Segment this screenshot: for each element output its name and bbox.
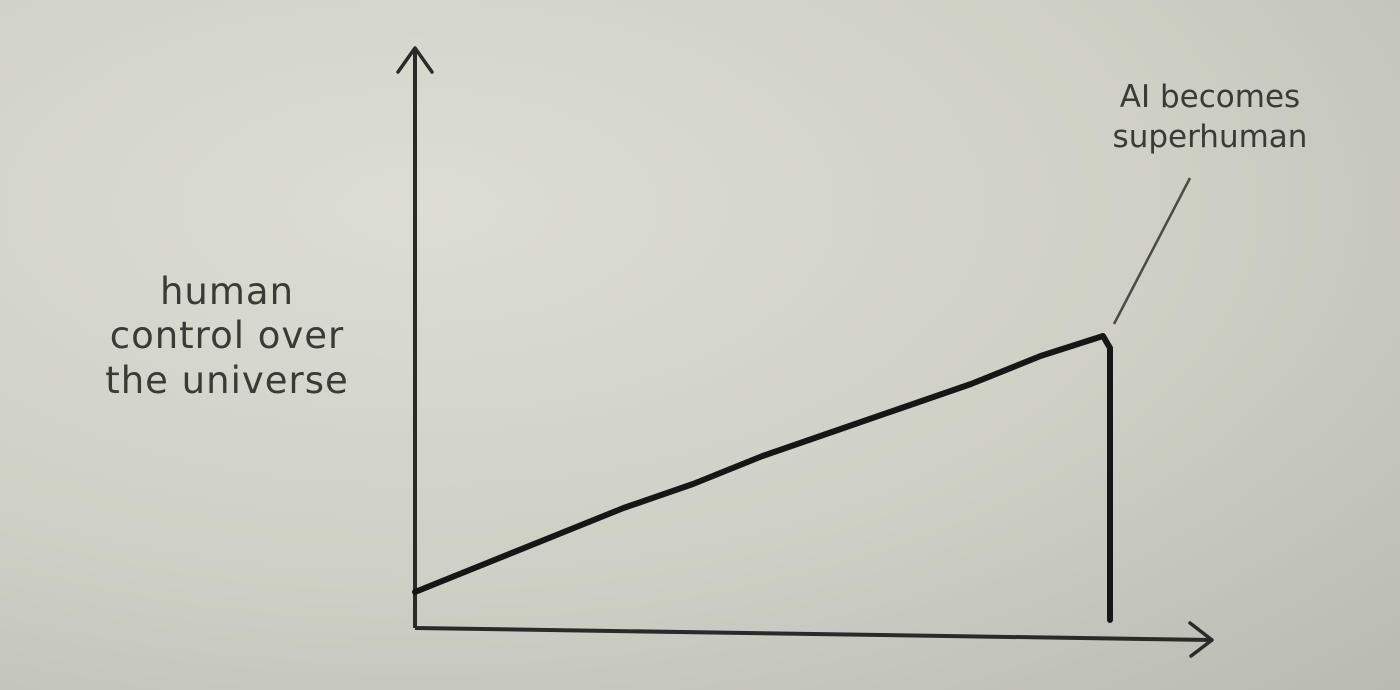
plot-area: [396, 46, 1214, 658]
series-0-line: [412, 333, 1113, 623]
x-axis-line: [414, 626, 1213, 642]
chart-page: human control over the universe AI becom…: [0, 0, 1400, 690]
annotation-0-leader: [1112, 177, 1192, 325]
